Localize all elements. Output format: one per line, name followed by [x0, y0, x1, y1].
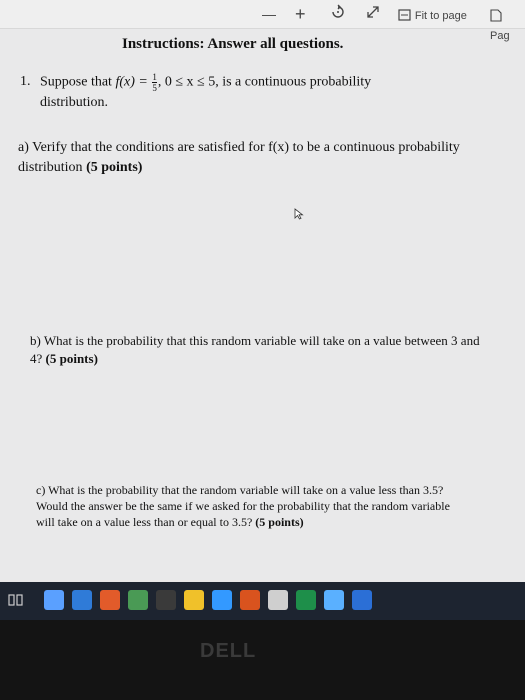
fit-to-page-button[interactable]: Fit to page [398, 4, 467, 24]
taskbar-app-icon[interactable] [44, 590, 64, 610]
question-1-function: f(x) = [115, 74, 152, 90]
rotate-icon [332, 4, 344, 18]
taskbar-app-icon[interactable] [156, 590, 176, 610]
fit-to-page-label: Fit to page [414, 10, 467, 22]
taskbar [0, 582, 525, 620]
taskbar-app-icon[interactable] [296, 590, 316, 610]
fit-page-icon [398, 9, 411, 21]
question-b: b) What is the probability that this ran… [30, 332, 480, 368]
fullscreen-button[interactable] [366, 4, 380, 24]
question-1-number: 1. [20, 74, 31, 89]
question-1-range: , 0 ≤ x ≤ 5, is a continuous probability [157, 74, 372, 90]
question-1: 1. Suppose that f(x) = 15, 0 ≤ x ≤ 5, is… [20, 72, 490, 113]
page-icon [490, 9, 502, 22]
question-a-text: a) Verify that the conditions are satisf… [18, 140, 460, 175]
taskbar-app-icon[interactable] [184, 590, 204, 610]
taskbar-app-icon[interactable] [100, 590, 120, 610]
question-c-points: (5 points) [255, 515, 304, 529]
taskbar-app-icon[interactable] [240, 590, 260, 610]
fraction-numerator: 1 [152, 72, 157, 82]
question-a-points: (5 points) [86, 160, 143, 175]
question-a: a) Verify that the conditions are satisf… [18, 138, 488, 178]
taskbar-app-icon[interactable] [268, 590, 288, 610]
question-1-lead: Suppose that [40, 74, 116, 90]
screen: — + Fit to page Pag Instructions: Answer… [0, 0, 525, 582]
question-b-points: (5 points) [45, 351, 98, 366]
pdf-toolbar: — + Fit to page Pag [0, 0, 525, 42]
taskbar-app-icon[interactable] [352, 590, 372, 610]
taskbar-app-icon[interactable] [212, 590, 232, 610]
expand-icon [367, 6, 379, 18]
dell-logo: DELL [200, 640, 257, 662]
question-c: c) What is the probability that the rand… [36, 482, 456, 530]
mouse-cursor-icon [294, 208, 304, 220]
taskbar-app-icon[interactable] [72, 590, 92, 610]
question-c-text: c) What is the probability that the rand… [36, 483, 450, 529]
zoom-in-button[interactable]: + [295, 4, 306, 24]
taskbar-app-icon[interactable] [128, 590, 148, 610]
document-page: Instructions: Answer all questions. 1. S… [0, 28, 525, 582]
taskbar-app-icon[interactable] [324, 590, 344, 610]
question-1-line2: distribution. [40, 95, 109, 110]
task-view-icon[interactable] [8, 592, 24, 608]
fraction: 15 [152, 72, 157, 93]
page-view-button[interactable]: Pag [490, 4, 525, 42]
fraction-denominator: 5 [152, 82, 157, 93]
zoom-out-button[interactable]: — [262, 4, 276, 24]
instructions-heading: Instructions: Answer all questions. [122, 36, 344, 52]
rotate-button[interactable] [330, 4, 346, 24]
monitor-bezel: DELL [0, 620, 525, 700]
